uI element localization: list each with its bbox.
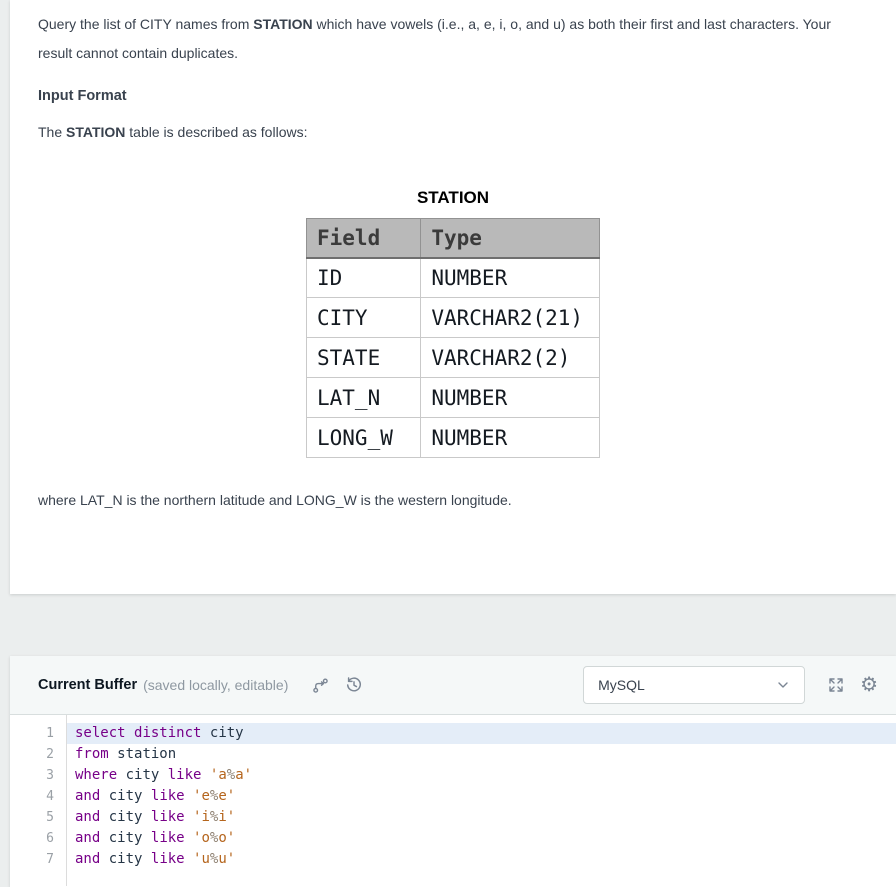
problem-statement: Query the list of CITY names from STATIO… bbox=[38, 10, 868, 68]
schema-cell-type: NUMBER bbox=[420, 257, 600, 298]
schema-cell-type: VARCHAR2(2) bbox=[420, 337, 600, 378]
schema-cell-field: CITY bbox=[305, 297, 422, 338]
schema-cell-type: VARCHAR2(21) bbox=[420, 297, 600, 338]
code-line-text: where city like 'a%a' bbox=[75, 767, 253, 783]
schema-cell-field: ID bbox=[305, 257, 422, 298]
schema-cell-type: NUMBER bbox=[420, 377, 600, 418]
line-number: 6 bbox=[46, 831, 54, 846]
code-line-text: and city like 'i%i' bbox=[75, 809, 236, 825]
editor-panel: Current Buffer (saved locally, editable)… bbox=[10, 656, 896, 887]
fullscreen-icon[interactable] bbox=[826, 675, 846, 695]
gutter-divider bbox=[66, 715, 67, 886]
intro-bold-station: STATION bbox=[66, 124, 126, 140]
code-line[interactable]: 3 where city like 'a%a' bbox=[10, 765, 896, 786]
footnote: where LAT_N is the northern latitude and… bbox=[38, 492, 512, 508]
code-line-text: and city like 'o%o' bbox=[75, 830, 236, 846]
panel-subtitle: (saved locally, editable) bbox=[143, 677, 289, 693]
code-line[interactable]: 1 select distinct city bbox=[10, 723, 896, 744]
table-intro: The STATION table is described as follow… bbox=[38, 122, 868, 142]
intro-post: table is described as follows: bbox=[125, 124, 308, 140]
schema-cell-field: LONG_W bbox=[305, 417, 422, 458]
schema-header-field: Field bbox=[305, 218, 422, 259]
code-line[interactable]: 7 and city like 'u%u' bbox=[10, 849, 896, 870]
schema-cell-type: NUMBER bbox=[420, 417, 600, 458]
editor-panel-header: Current Buffer (saved locally, editable)… bbox=[10, 656, 896, 715]
code-line[interactable]: 4 and city like 'e%e' bbox=[10, 786, 896, 807]
statement-bold-station: STATION bbox=[253, 16, 313, 32]
language-select[interactable]: MySQL bbox=[583, 666, 806, 704]
schema-header-row: Field Type bbox=[305, 218, 600, 259]
schema-table: Field Type ID NUMBER CITY VARCHAR2(21) STATE… bbox=[305, 218, 600, 458]
schema-row: CITY VARCHAR2(21) bbox=[305, 297, 600, 338]
language-select-value: MySQL bbox=[598, 677, 645, 693]
schema-table-block: STATION Field Type ID NUMBER CITY VARCHAR2(… bbox=[305, 188, 600, 458]
chevron-down-icon bbox=[776, 678, 790, 692]
panel-title: Current Buffer bbox=[38, 677, 138, 693]
code-line[interactable]: 5 and city like 'i%i' bbox=[10, 807, 896, 828]
intro-pre: The bbox=[38, 124, 67, 140]
code-line-text: from station bbox=[75, 746, 177, 762]
code-line-text: and city like 'u%u' bbox=[75, 851, 236, 867]
line-number: 1 bbox=[46, 726, 54, 741]
code-line[interactable]: 2 from station bbox=[10, 744, 896, 765]
line-number: 4 bbox=[46, 789, 54, 804]
line-number: 2 bbox=[46, 747, 54, 762]
schema-cell-field: STATE bbox=[305, 337, 422, 378]
history-icon[interactable] bbox=[345, 676, 363, 694]
gear-icon[interactable]: ⚙ bbox=[860, 675, 878, 695]
code-line[interactable]: 6 and city like 'o%o' bbox=[10, 828, 896, 849]
line-number: 3 bbox=[46, 768, 54, 783]
schema-row: STATE VARCHAR2(2) bbox=[305, 337, 600, 378]
schema-cell-field: LAT_N bbox=[305, 377, 422, 418]
statement-pre: Query the list of CITY names from bbox=[38, 16, 254, 32]
line-number: 7 bbox=[46, 852, 54, 867]
line-number: 5 bbox=[46, 810, 54, 825]
schema-table-title: STATION bbox=[416, 188, 490, 207]
input-format-heading: Input Format bbox=[38, 88, 127, 104]
git-fork-icon[interactable] bbox=[312, 677, 329, 694]
code-line-text: select distinct city bbox=[66, 723, 896, 744]
code-line-text: and city like 'e%e' bbox=[75, 788, 236, 804]
schema-header-type: Type bbox=[420, 218, 600, 259]
schema-row: LAT_N NUMBER bbox=[305, 377, 600, 418]
code-editor[interactable]: 1 select distinct city 2 from station 3 where… bbox=[10, 715, 896, 886]
schema-row: LONG_W NUMBER bbox=[305, 417, 600, 458]
problem-card: Query the list of CITY names from STATIO… bbox=[10, 0, 896, 594]
schema-row: ID NUMBER bbox=[305, 257, 600, 298]
